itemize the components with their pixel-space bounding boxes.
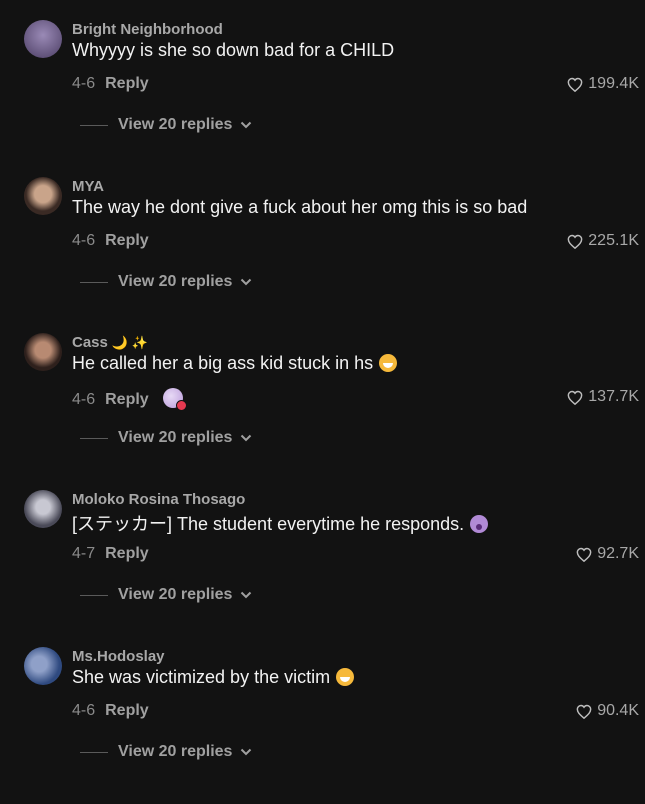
heart-icon <box>576 704 592 719</box>
like-button[interactable]: 92.7K <box>576 545 639 563</box>
avatar[interactable] <box>24 20 62 58</box>
comment-date: 4-6 <box>72 702 96 719</box>
divider-line <box>80 437 108 439</box>
view-replies-button[interactable]: View 20 replies <box>80 743 252 761</box>
avatar[interactable] <box>24 333 62 371</box>
view-replies-label: View 20 replies <box>118 273 233 290</box>
comment-meta: 4-6 Reply <box>72 75 149 93</box>
comment-meta: 4-6 Reply <box>72 702 149 720</box>
divider-line <box>80 281 108 283</box>
chevron-down-icon <box>241 121 252 129</box>
like-button[interactable]: 225.1K <box>567 232 639 250</box>
comment-item: Moloko Rosina Thosago [ステッカー] The studen… <box>0 490 645 647</box>
divider-line <box>80 594 108 596</box>
view-replies-button[interactable]: View 20 replies <box>80 116 252 134</box>
comment-meta: 4-6 Reply <box>72 388 187 411</box>
reply-button[interactable]: Reply <box>105 75 149 92</box>
avatar[interactable] <box>24 490 62 528</box>
laughing-emoji-icon <box>336 668 355 686</box>
comment-text: He called her a big ass kid stuck in hs <box>72 353 398 374</box>
comment-text: Whyyyy is she so down bad for a CHILD <box>72 40 395 60</box>
like-button[interactable]: 137.7K <box>567 388 639 406</box>
view-replies-label: View 20 replies <box>118 116 233 133</box>
comment-meta: 4-6 Reply <box>72 232 149 250</box>
comment-item: Ms.Hodoslay She was victimized by the vi… <box>0 647 645 804</box>
view-replies-button[interactable]: View 20 replies <box>80 273 252 291</box>
view-replies-button[interactable]: View 20 replies <box>80 586 252 604</box>
divider-line <box>80 124 108 126</box>
comment-date: 4-6 <box>72 232 96 249</box>
avatar[interactable] <box>24 177 62 215</box>
comment-item: Cass 🌙 ✨ He called her a big ass kid stuc… <box>0 333 645 490</box>
comment-date: 4-7 <box>72 545 96 562</box>
divider-line <box>80 751 108 753</box>
comment-meta: 4-7 Reply <box>72 545 149 563</box>
comment-date: 4-6 <box>72 75 96 92</box>
comment-username[interactable]: Bright Neighborhood <box>72 21 223 38</box>
creator-liked-avatar <box>162 388 187 411</box>
like-count: 137.7K <box>588 388 639 405</box>
chevron-down-icon <box>241 278 252 286</box>
comment-text: She was victimized by the victim <box>72 667 355 688</box>
heart-icon <box>576 547 592 562</box>
reply-button[interactable]: Reply <box>105 702 149 719</box>
comment-username[interactable]: Cass 🌙 ✨ <box>72 334 148 351</box>
moon-sparkle-icon: 🌙 ✨ <box>111 335 148 350</box>
like-count: 225.1K <box>588 232 639 249</box>
like-button[interactable]: 90.4K <box>576 702 639 720</box>
like-count: 90.4K <box>597 702 639 719</box>
view-replies-label: View 20 replies <box>118 743 233 760</box>
comment-item: Bright Neighborhood Whyyyy is she so dow… <box>0 20 645 177</box>
chevron-down-icon <box>241 591 252 599</box>
laughing-emoji-icon <box>379 354 398 372</box>
comment-username[interactable]: Moloko Rosina Thosago <box>72 491 245 508</box>
avatar[interactable] <box>24 647 62 685</box>
heart-icon <box>567 234 583 249</box>
comment-text: [ステッカー] The student everytime he respond… <box>72 510 489 536</box>
comment-username[interactable]: MYA <box>72 178 104 195</box>
comment-item: MYA The way he dont give a fuck about he… <box>0 177 645 334</box>
reply-button[interactable]: Reply <box>105 391 149 408</box>
comment-date: 4-6 <box>72 391 96 408</box>
reply-button[interactable]: Reply <box>105 232 149 249</box>
heart-icon <box>567 77 583 92</box>
view-replies-button[interactable]: View 20 replies <box>80 429 252 447</box>
chevron-down-icon <box>241 748 252 756</box>
heart-icon <box>567 390 583 405</box>
like-count: 199.4K <box>588 75 639 92</box>
comment-text: The way he dont give a fuck about her om… <box>72 197 528 217</box>
comment-username[interactable]: Ms.Hodoslay <box>72 648 165 665</box>
view-replies-label: View 20 replies <box>118 586 233 603</box>
view-replies-label: View 20 replies <box>118 429 233 446</box>
crying-emoji-icon <box>470 515 489 533</box>
reply-button[interactable]: Reply <box>105 545 149 562</box>
like-button[interactable]: 199.4K <box>567 75 639 93</box>
chevron-down-icon <box>241 434 252 442</box>
like-count: 92.7K <box>597 545 639 562</box>
